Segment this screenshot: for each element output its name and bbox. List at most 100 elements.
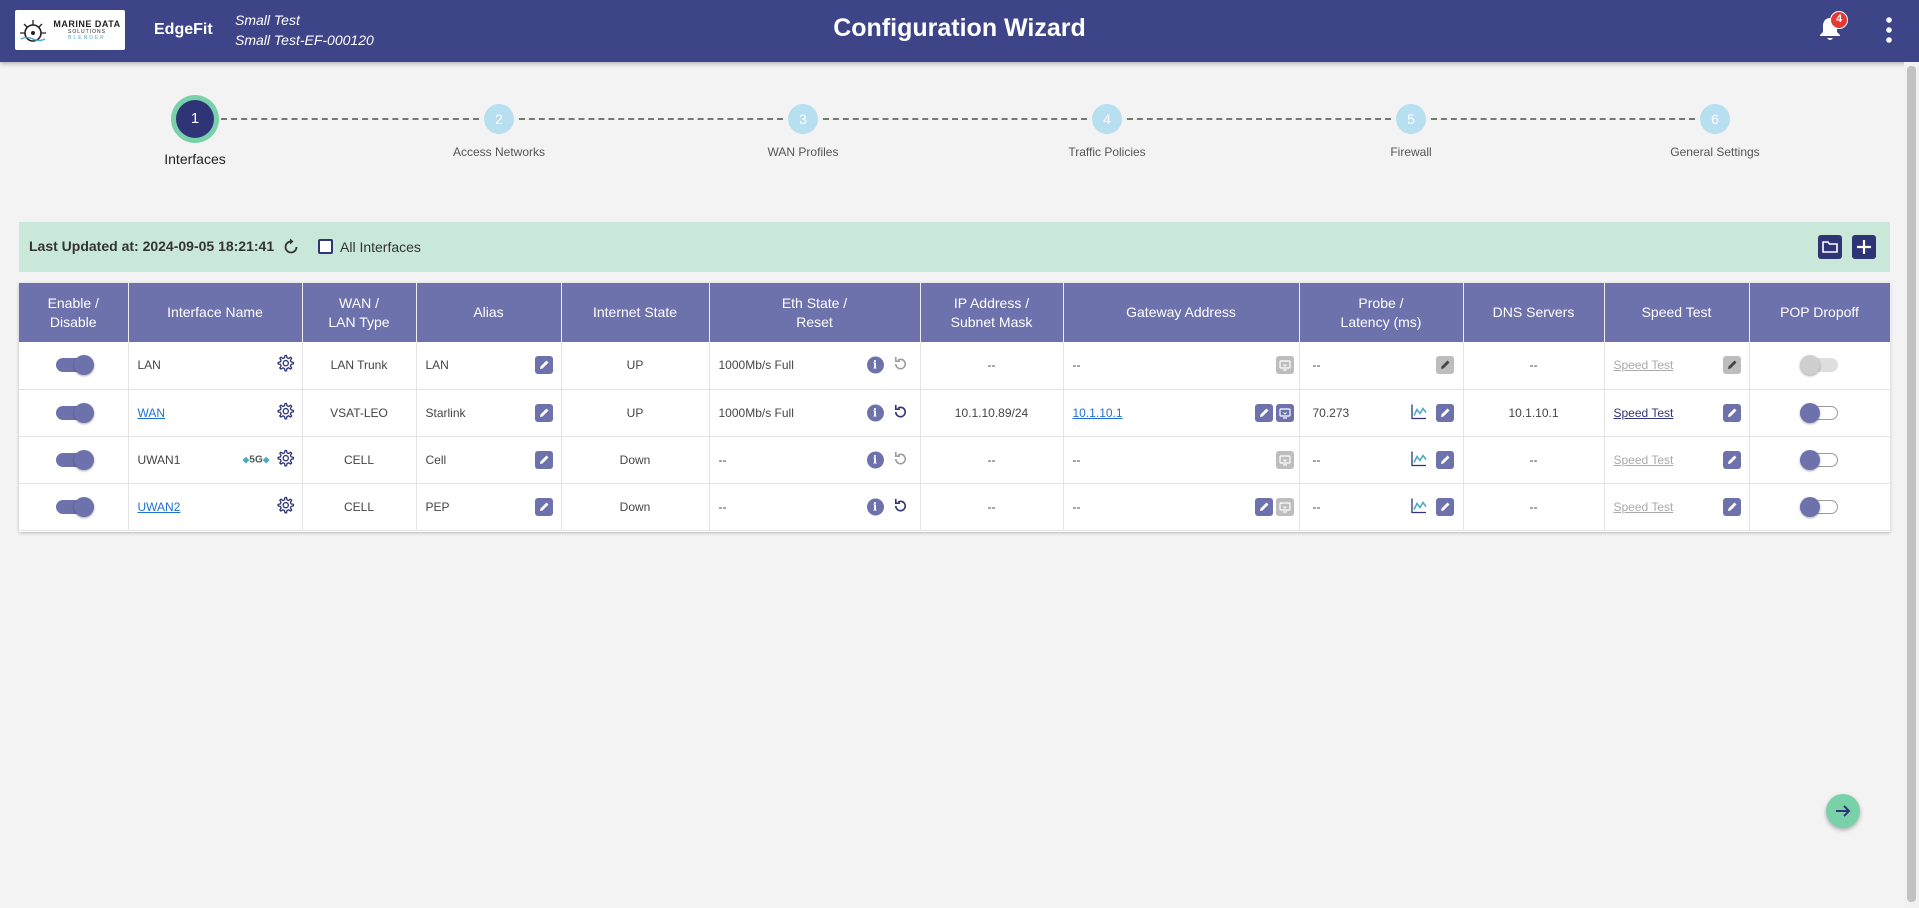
- enable-toggle[interactable]: [56, 449, 94, 470]
- gear-icon[interactable]: [275, 495, 295, 518]
- reset-icon: [892, 450, 909, 470]
- all-interfaces-checkbox[interactable]: [318, 239, 333, 254]
- reset-icon[interactable]: [892, 497, 909, 517]
- info-icon[interactable]: i: [866, 404, 884, 421]
- eth-state-cell: -- i: [709, 436, 921, 484]
- interface-name[interactable]: UWAN2: [138, 500, 181, 514]
- step-5[interactable]: 5 Firewall: [1331, 90, 1491, 159]
- speed-test-cell: Speed Test: [1604, 483, 1750, 531]
- interfaces-toolbar: Last Updated at: 2024-09-05 18:21:41 All…: [19, 222, 1890, 272]
- edit-speed-test-button[interactable]: [1722, 497, 1741, 516]
- edit-gateway-button[interactable]: [1254, 497, 1273, 516]
- add-interface-button[interactable]: [1852, 235, 1876, 259]
- interfaces-table: Enable / Disable Interface Name WAN / LAN Ty…: [19, 283, 1891, 532]
- gateway-address[interactable]: 10.1.10.1: [1073, 406, 1123, 420]
- edit-alias-button[interactable]: [534, 497, 553, 516]
- column-header: Alias: [416, 283, 562, 342]
- enable-toggle[interactable]: [56, 355, 94, 376]
- next-step-button[interactable]: [1826, 794, 1860, 828]
- latency-chart-icon[interactable]: [1410, 402, 1428, 423]
- edit-probe-button[interactable]: [1435, 356, 1454, 375]
- edit-speed-test-button[interactable]: [1722, 450, 1741, 469]
- gateway-address: --: [1072, 499, 1081, 514]
- step-6[interactable]: 6 General Settings: [1635, 90, 1795, 159]
- step-label: Firewall: [1390, 145, 1432, 159]
- pop-dropoff-toggle[interactable]: [1799, 449, 1838, 470]
- edit-alias-button[interactable]: [534, 403, 553, 422]
- pop-dropoff-cell: [1749, 436, 1891, 484]
- eth-state-cell: 1000Mb/s Full i: [709, 389, 921, 437]
- edit-alias-button[interactable]: [534, 356, 553, 375]
- speed-test-link[interactable]: Speed Test: [1614, 406, 1674, 420]
- edit-probe-button[interactable]: [1435, 403, 1454, 422]
- edit-alias-button[interactable]: [534, 450, 553, 469]
- step-1[interactable]: 1 Interfaces: [115, 90, 275, 167]
- pencil-icon: [1259, 502, 1268, 511]
- scrollbar-thumb[interactable]: [1907, 66, 1916, 902]
- pencil-icon: [539, 408, 548, 417]
- alias-text: PEP: [425, 499, 450, 514]
- edit-probe-button[interactable]: [1435, 497, 1454, 516]
- alias-text: LAN: [425, 358, 449, 373]
- alias-cell: PEP: [416, 483, 562, 531]
- step-2[interactable]: 2 Access Networks: [419, 90, 579, 159]
- latency-chart-icon[interactable]: [1410, 449, 1428, 470]
- interface-name[interactable]: WAN: [138, 406, 166, 420]
- cellular-5g-label: 5G: [249, 454, 263, 465]
- step-4[interactable]: 4 Traffic Policies: [1027, 90, 1187, 159]
- logo-line3: BLENDER: [68, 34, 106, 41]
- enable-cell: [19, 483, 129, 531]
- gear-icon[interactable]: [275, 354, 295, 377]
- column-header: DNS Servers: [1463, 283, 1605, 342]
- cellular-5g-icon: ◆5G◆: [242, 454, 270, 465]
- speed-test-cell: Speed Test: [1604, 389, 1750, 437]
- gateway-monitor-button[interactable]: [1275, 450, 1294, 469]
- info-icon[interactable]: i: [866, 498, 884, 515]
- column-header: Enable / Disable: [19, 283, 129, 342]
- step-number: 4: [1092, 104, 1122, 134]
- edit-gateway-button[interactable]: [1254, 403, 1273, 422]
- gateway-monitor-button[interactable]: [1275, 356, 1294, 375]
- wan-lan-type: LAN Trunk: [302, 342, 417, 390]
- table-body: LAN LAN Trunk LAN UP 1000Mb/s Full i -- -- -- -- S…: [19, 342, 1891, 531]
- latency-chart-icon[interactable]: [1410, 496, 1428, 517]
- pop-dropoff-toggle[interactable]: [1799, 402, 1838, 423]
- enable-cell: [19, 436, 129, 484]
- ip-address: --: [920, 436, 1064, 484]
- gateway-monitor-button[interactable]: [1275, 403, 1294, 422]
- pop-dropoff-toggle[interactable]: [1799, 496, 1838, 517]
- notification-badge[interactable]: 4: [1830, 11, 1848, 29]
- pencil-icon: [539, 360, 548, 370]
- edit-probe-button[interactable]: [1435, 450, 1454, 469]
- dns-servers: --: [1463, 483, 1605, 531]
- probe-cell: 70.273: [1299, 389, 1464, 437]
- edit-speed-test-button[interactable]: [1722, 356, 1741, 375]
- info-icon[interactable]: i: [866, 356, 884, 374]
- folder-button[interactable]: [1818, 235, 1842, 259]
- reset-icon[interactable]: [892, 403, 909, 423]
- step-3[interactable]: 3 WAN Profiles: [723, 90, 883, 159]
- more-vertical-icon[interactable]: [1882, 16, 1896, 44]
- pop-dropoff-cell: [1749, 389, 1891, 437]
- gateway-monitor-button[interactable]: [1275, 497, 1294, 516]
- table-header-row: Enable / Disable Interface Name WAN / LAN Ty…: [19, 283, 1891, 342]
- enable-toggle[interactable]: [56, 496, 94, 517]
- alias-cell: Cell: [416, 436, 562, 484]
- probe-cell: --: [1299, 436, 1464, 484]
- eth-state-text: 1000Mb/s Full: [718, 405, 794, 420]
- enable-toggle[interactable]: [56, 402, 94, 423]
- step-label: General Settings: [1670, 145, 1760, 159]
- refresh-icon[interactable]: [282, 238, 300, 256]
- site-info: Small Test Small Test-EF-000120: [235, 10, 374, 50]
- edit-speed-test-button[interactable]: [1722, 403, 1741, 422]
- info-icon[interactable]: i: [866, 451, 884, 468]
- step-number: 6: [1700, 104, 1730, 134]
- company-logo[interactable]: MARINE DATA SOLUTIONS BLENDER: [15, 10, 125, 50]
- dns-servers: --: [1463, 342, 1605, 390]
- gear-icon[interactable]: [275, 401, 295, 424]
- step-label: Access Networks: [452, 145, 546, 159]
- gear-icon[interactable]: [275, 448, 295, 471]
- gateway-cell: --: [1063, 342, 1300, 390]
- eth-state-cell: -- i: [709, 483, 921, 531]
- page-scrollbar[interactable]: [1904, 62, 1919, 908]
